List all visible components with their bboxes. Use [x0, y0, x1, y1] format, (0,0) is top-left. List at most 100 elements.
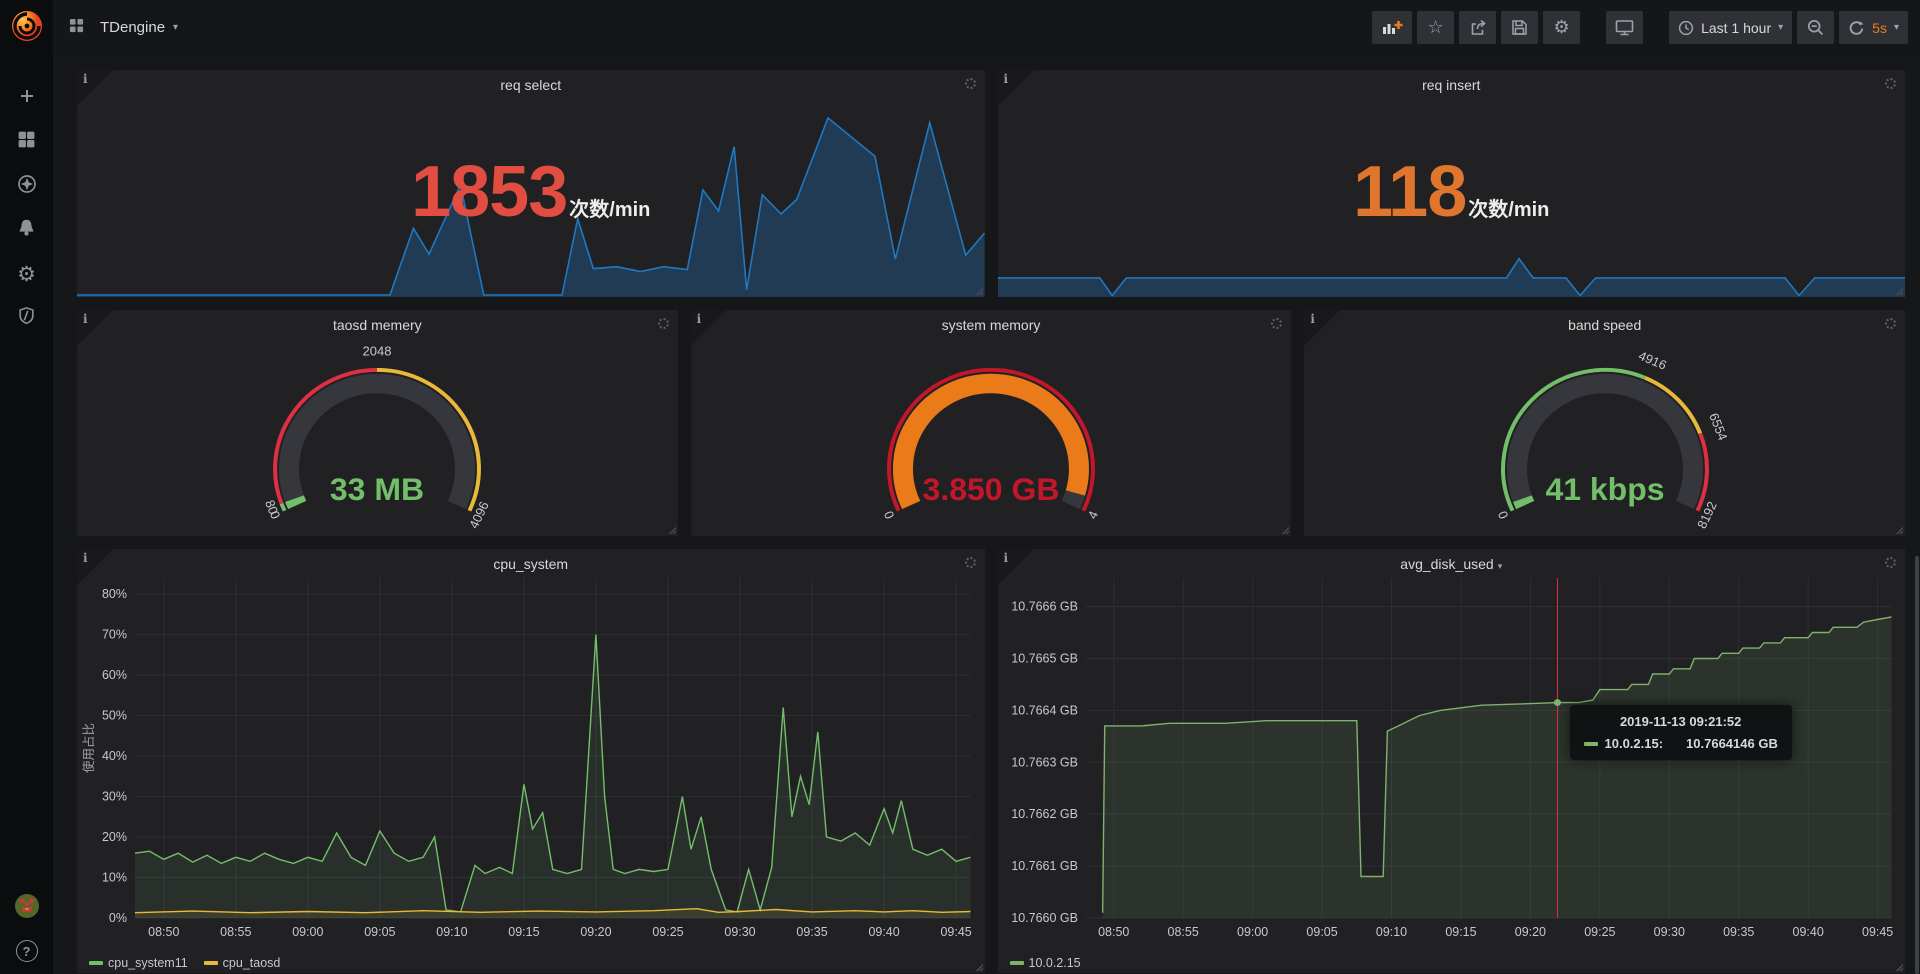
refresh-interval-label: 5s — [1872, 20, 1887, 36]
svg-text:30%: 30% — [102, 790, 127, 804]
legend-swatch — [204, 961, 218, 965]
svg-text:70%: 70% — [102, 628, 127, 642]
star-icon: ☆ — [1428, 19, 1444, 37]
svg-text:10%: 10% — [102, 871, 127, 885]
dashboards-grid-icon — [17, 130, 36, 154]
svg-text:08:55: 08:55 — [1167, 925, 1198, 939]
panel-info-icon[interactable]: i — [691, 310, 727, 346]
svg-text:09:00: 09:00 — [1236, 925, 1267, 939]
panel-title[interactable]: avg_disk_used▾ — [998, 549, 1906, 572]
svg-text:10.7663 GB: 10.7663 GB — [1011, 755, 1078, 769]
dashboard-title: TDengine — [100, 19, 165, 36]
legend-swatch — [1010, 961, 1024, 965]
cycle-view-button[interactable] — [1606, 11, 1643, 44]
refresh-icon — [1848, 20, 1865, 36]
scrollbar[interactable] — [1915, 556, 1919, 974]
svg-text:80%: 80% — [102, 587, 127, 601]
sidebar-item-server-admin[interactable] — [0, 296, 53, 340]
panel-band-speed: i band speed 049166554819241 kbps — [1304, 310, 1905, 536]
req-select-stat: 1853 次数/min — [77, 156, 985, 228]
zoom-out-button[interactable] — [1797, 11, 1834, 44]
panel-title[interactable]: req insert — [998, 70, 1906, 93]
sidebar: ⚙ ? — [0, 0, 53, 974]
dashboard-settings-button[interactable]: ⚙ — [1543, 11, 1580, 44]
dashboard-title-dropdown[interactable]: TDengine ▾ — [94, 18, 184, 37]
sidebar-item-configuration[interactable]: ⚙ — [0, 252, 53, 296]
panel-title[interactable]: system memory — [691, 310, 1292, 333]
svg-text:09:35: 09:35 — [1723, 925, 1754, 939]
svg-text:40%: 40% — [102, 749, 127, 763]
help-icon[interactable]: ? — [16, 940, 38, 962]
req-insert-stat: 118 次数/min — [998, 156, 1906, 228]
star-button[interactable]: ☆ — [1417, 11, 1454, 44]
system-memory-gauge: 043.850 GB — [821, 333, 1161, 531]
panel-req-select: i req select 1853 次数/min — [77, 70, 985, 297]
compass-icon — [17, 174, 37, 199]
tooltip-value: 10.7664146 GB — [1686, 736, 1778, 751]
navbar-right: ☆ ⚙ Last 1 hour ▾ 5s ▾ — [1372, 11, 1908, 44]
sidebar-menu: ⚙ — [0, 76, 53, 340]
svg-text:08:50: 08:50 — [148, 925, 179, 939]
svg-text:10.7664 GB: 10.7664 GB — [1011, 703, 1078, 717]
dashboard-grid-icon — [69, 18, 84, 38]
panel-resize-handle[interactable] — [1895, 963, 1903, 971]
add-panel-button[interactable] — [1372, 11, 1412, 44]
cpu-system-legend: cpu_system11 cpu_taosd — [89, 956, 280, 970]
panel-resize-handle[interactable] — [1895, 526, 1903, 534]
panel-resize-handle[interactable] — [668, 526, 676, 534]
panel-loading-spinner-icon — [1885, 557, 1896, 568]
panel-info-icon[interactable]: i — [998, 549, 1034, 585]
panel-info-icon[interactable]: i — [998, 70, 1034, 106]
legend-item[interactable]: cpu_taosd — [204, 956, 281, 970]
grafana-logo-icon — [10, 9, 44, 43]
panel-resize-handle[interactable] — [975, 287, 983, 295]
sidebar-item-alerting[interactable] — [0, 208, 53, 252]
svg-text:0: 0 — [1494, 509, 1511, 522]
legend-item[interactable]: 10.0.2.15 — [1010, 956, 1081, 970]
panel-loading-spinner-icon — [1885, 78, 1896, 89]
chevron-down-icon: ▾ — [1778, 22, 1783, 33]
svg-text:09:10: 09:10 — [1375, 925, 1406, 939]
help-glyph: ? — [23, 944, 31, 959]
svg-text:33 MB: 33 MB — [330, 471, 424, 506]
panel-resize-handle[interactable] — [1281, 526, 1289, 534]
legend-item[interactable]: cpu_system11 — [89, 956, 188, 970]
sidebar-item-explore[interactable] — [0, 164, 53, 208]
tooltip-series-row: 10.0.2.15: 10.7664146 GB — [1584, 736, 1778, 751]
tooltip-swatch — [1584, 742, 1598, 746]
panel-avg-disk-used: i avg_disk_used▾ 08:5008:5509:0009:0509:… — [998, 549, 1906, 973]
grafana-logo[interactable] — [10, 9, 44, 48]
panel-title-caret-icon: ▾ — [1498, 561, 1503, 571]
svg-text:09:40: 09:40 — [868, 925, 899, 939]
svg-text:08:55: 08:55 — [220, 925, 251, 939]
panel-info-icon[interactable]: i — [1304, 310, 1340, 346]
panel-info-icon[interactable]: i — [77, 310, 113, 346]
panel-resize-handle[interactable] — [1895, 287, 1903, 295]
svg-text:3.850 GB: 3.850 GB — [923, 471, 1060, 506]
panel-title[interactable]: cpu_system — [77, 549, 985, 572]
panel-title[interactable]: taosd memery — [77, 310, 678, 333]
panel-info-icon[interactable]: i — [77, 549, 113, 585]
panel-req-insert: i req insert 118 次数/min — [998, 70, 1906, 297]
panel-loading-spinner-icon — [965, 557, 976, 568]
plus-icon — [18, 87, 36, 110]
gear-icon: ⚙ — [1554, 19, 1570, 37]
sidebar-item-create[interactable] — [0, 76, 53, 120]
save-button[interactable] — [1501, 11, 1538, 44]
share-button[interactable] — [1459, 11, 1496, 44]
svg-text:10.7660 GB: 10.7660 GB — [1011, 911, 1078, 925]
shield-icon — [17, 306, 36, 330]
panel-title[interactable]: band speed — [1304, 310, 1905, 333]
sidebar-item-dashboards[interactable] — [0, 120, 53, 164]
refresh-button[interactable]: 5s ▾ — [1839, 11, 1908, 44]
time-range-label: Last 1 hour — [1701, 20, 1771, 36]
svg-text:09:10: 09:10 — [436, 925, 467, 939]
avg-disk-legend: 10.0.2.15 — [1010, 956, 1081, 970]
svg-text:6554: 6554 — [1706, 411, 1731, 442]
panel-resize-handle[interactable] — [975, 963, 983, 971]
user-avatar[interactable] — [14, 893, 40, 924]
time-range-button[interactable]: Last 1 hour ▾ — [1669, 11, 1792, 44]
panel-cpu-system: i cpu_system 08:5008:5509:0009:0509:1009… — [77, 549, 985, 973]
panel-info-icon[interactable]: i — [77, 70, 113, 106]
panel-title[interactable]: req select — [77, 70, 985, 93]
